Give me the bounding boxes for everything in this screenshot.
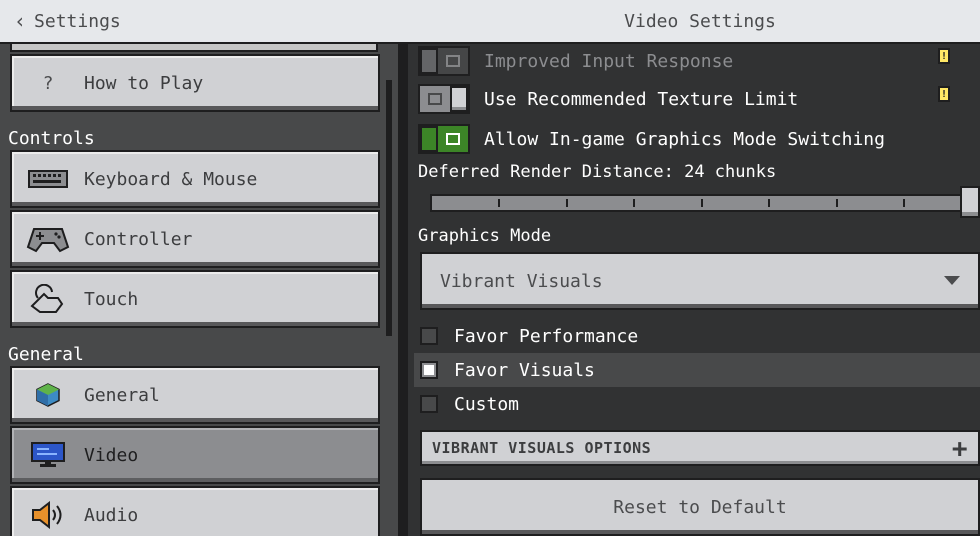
deferred-distance-slider[interactable] — [430, 194, 970, 212]
graphics-mode-value: Vibrant Visuals — [440, 270, 603, 292]
sidebar-scrollbar-thumb[interactable] — [386, 80, 392, 336]
sidebar-item-label: General — [84, 384, 160, 406]
info-icon[interactable]: ! — [938, 86, 950, 102]
globe-icon — [12, 383, 84, 407]
sidebar-item-video[interactable]: Video — [10, 426, 380, 484]
radio-button[interactable] — [420, 361, 438, 379]
title-bar: ‹ Settings Video Settings — [0, 0, 980, 44]
back-button-label: Settings — [34, 10, 121, 32]
panel-divider — [398, 44, 408, 536]
radio-button[interactable] — [420, 327, 438, 345]
page-title: Video Settings — [624, 10, 776, 32]
gamepad-icon — [12, 225, 84, 253]
sidebar-item-keyboard-mouse[interactable]: Keyboard & Mouse — [10, 150, 380, 208]
back-button[interactable]: ‹ Settings — [0, 0, 200, 42]
plus-icon: + — [951, 434, 968, 464]
improved-input-toggle[interactable] — [418, 46, 470, 76]
sidebar-item-label: Controller — [84, 228, 193, 250]
sidebar-item-general[interactable]: General — [10, 366, 380, 424]
speaker-icon — [12, 501, 84, 529]
deferred-distance-label: Deferred Render Distance: 24 chunks — [418, 162, 777, 182]
section-label-general: General — [8, 344, 84, 365]
radio-button[interactable] — [420, 395, 438, 413]
improved-input-label: Improved Input Response — [484, 50, 734, 72]
improved-input-row: Improved Input Response — [418, 46, 733, 76]
favor-visuals-option[interactable]: Favor Visuals — [414, 353, 980, 387]
expander-label: VIBRANT VISUALS OPTIONS — [432, 439, 652, 457]
texture-limit-toggle[interactable] — [418, 84, 470, 114]
option-label: Favor Performance — [454, 325, 639, 347]
deferred-distance-slider-handle[interactable] — [960, 186, 980, 218]
sidebar-item-partial[interactable] — [10, 44, 378, 52]
sidebar-item-label: Video — [84, 444, 139, 466]
sidebar-item-audio[interactable]: Audio — [10, 486, 380, 536]
option-label: Custom — [454, 393, 520, 415]
graphics-switch-label: Allow In-game Graphics Mode Switching — [484, 128, 885, 150]
favor-performance-option[interactable]: Favor Performance — [414, 319, 980, 353]
graphics-switch-row: Allow In-game Graphics Mode Switching — [418, 124, 885, 154]
vibrant-visuals-options-expander[interactable]: VIBRANT VISUALS OPTIONS + — [420, 430, 980, 466]
sidebar-item-label: How to Play — [84, 72, 204, 94]
video-settings-panel: Improved Input Response ! Use Recommende… — [408, 44, 980, 536]
sidebar-item-touch[interactable]: Touch — [10, 270, 380, 328]
sidebar-item-label: Keyboard & Mouse — [84, 168, 258, 190]
sidebar-item-label: Audio — [84, 504, 139, 526]
info-icon[interactable]: ! — [938, 48, 950, 64]
chevron-down-icon — [944, 276, 960, 285]
reset-to-default-button[interactable]: Reset to Default — [420, 478, 980, 536]
option-label: Favor Visuals — [454, 359, 595, 381]
touch-icon — [12, 284, 84, 314]
keyboard-icon — [12, 169, 84, 189]
monitor-icon — [12, 442, 84, 468]
graphics-mode-label: Graphics Mode — [418, 226, 552, 246]
section-label-controls: Controls — [8, 128, 95, 149]
graphics-switch-toggle[interactable] — [418, 124, 470, 154]
sidebar-item-how-to-play[interactable]: ? How to Play — [10, 54, 380, 112]
custom-option[interactable]: Custom — [414, 387, 980, 421]
sidebar-item-label: Touch — [84, 288, 139, 310]
chevron-left-icon: ‹ — [14, 9, 27, 33]
texture-limit-label: Use Recommended Texture Limit — [484, 88, 799, 110]
texture-limit-row: Use Recommended Texture Limit — [418, 84, 798, 114]
sidebar-item-controller[interactable]: Controller — [10, 210, 380, 268]
graphics-mode-dropdown[interactable]: Vibrant Visuals — [420, 252, 980, 310]
question-icon: ? — [42, 72, 54, 94]
